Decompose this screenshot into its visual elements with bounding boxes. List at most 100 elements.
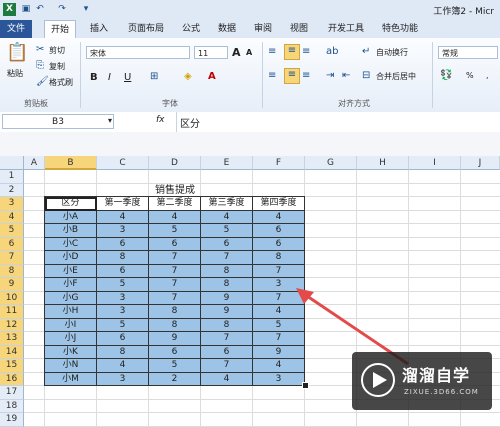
tab-home[interactable]: 开始 <box>44 20 77 39</box>
table-cell[interactable]: 8 <box>201 278 253 292</box>
table-cell[interactable]: 2 <box>149 372 201 386</box>
table-cell[interactable]: 8 <box>97 251 149 265</box>
table-cell[interactable]: 6 <box>97 264 149 278</box>
row-header-1[interactable]: 1 <box>0 170 24 184</box>
table-cell[interactable]: 小I <box>45 318 97 332</box>
row-header-18[interactable]: 18 <box>0 399 24 413</box>
table-cell[interactable]: 7 <box>149 291 201 305</box>
redo-icon[interactable]: ↷ <box>56 3 68 16</box>
table-cell[interactable]: 小H <box>45 305 97 319</box>
table-cell[interactable]: 4 <box>149 210 201 224</box>
font-size-select[interactable]: 11 <box>194 46 228 59</box>
save-icon[interactable]: ▣ <box>20 3 32 16</box>
table-cell[interactable]: 6 <box>97 332 149 346</box>
borders-icon[interactable]: ⊞ <box>150 71 158 82</box>
table-cell[interactable]: 8 <box>149 305 201 319</box>
row-header-2[interactable]: 2 <box>0 183 24 197</box>
table-header-cell[interactable]: 区分 <box>45 197 97 211</box>
format-painter-icon[interactable]: 🖌 <box>36 76 49 87</box>
column-header-h[interactable]: H <box>357 156 409 170</box>
table-cell[interactable]: 3 <box>253 372 305 386</box>
number-format-select[interactable]: 常规 <box>438 46 498 59</box>
row-header-15[interactable]: 15 <box>0 359 24 373</box>
cut-icon[interactable]: ✂ <box>36 44 44 55</box>
tab-formulas[interactable]: 公式 <box>176 20 206 38</box>
table-cell[interactable]: 4 <box>97 210 149 224</box>
tab-data[interactable]: 数据 <box>212 20 242 38</box>
table-cell[interactable]: 8 <box>149 318 201 332</box>
column-header-e[interactable]: E <box>201 156 253 170</box>
table-cell[interactable]: 4 <box>97 359 149 373</box>
align-right-icon[interactable]: ≡ <box>302 70 310 81</box>
table-cell[interactable]: 6 <box>253 237 305 251</box>
tab-review[interactable]: 审阅 <box>248 20 278 38</box>
comma-style-button[interactable]: , <box>486 71 489 80</box>
column-header-g[interactable]: G <box>305 156 357 170</box>
table-header-cell[interactable]: 第四季度 <box>253 197 305 211</box>
table-cell[interactable]: 小C <box>45 237 97 251</box>
merge-center-icon[interactable]: ⊟ <box>362 70 370 81</box>
table-cell[interactable]: 5 <box>97 278 149 292</box>
font-name-select[interactable]: 宋体 <box>86 46 190 59</box>
table-cell[interactable]: 7 <box>201 332 253 346</box>
table-cell[interactable]: 7 <box>201 251 253 265</box>
table-cell[interactable]: 3 <box>97 305 149 319</box>
row-header-17[interactable]: 17 <box>0 386 24 400</box>
table-cell[interactable]: 小A <box>45 210 97 224</box>
column-header-d[interactable]: D <box>149 156 201 170</box>
paste-button[interactable]: 粘贴 <box>7 68 23 79</box>
table-cell[interactable]: 5 <box>149 224 201 238</box>
table-cell[interactable]: 7 <box>149 251 201 265</box>
column-header-f[interactable]: F <box>253 156 305 170</box>
percent-style-button[interactable]: % <box>466 71 474 80</box>
row-header-7[interactable]: 7 <box>0 251 24 265</box>
cut-button[interactable]: 剪切 <box>49 45 65 56</box>
table-cell[interactable]: 3 <box>97 372 149 386</box>
row-header-4[interactable]: 4 <box>0 210 24 224</box>
align-center-icon[interactable]: ≡ <box>284 68 300 84</box>
table-cell[interactable]: 小F <box>45 278 97 292</box>
row-header-6[interactable]: 6 <box>0 237 24 251</box>
row-header-11[interactable]: 11 <box>0 305 24 319</box>
row-header-16[interactable]: 16 <box>0 372 24 386</box>
table-cell[interactable]: 4 <box>201 210 253 224</box>
row-header-5[interactable]: 5 <box>0 224 24 238</box>
wrap-text-button[interactable]: 自动换行 <box>376 47 408 58</box>
grow-font-button[interactable]: A <box>232 46 241 59</box>
table-cell[interactable]: 7 <box>201 359 253 373</box>
align-top-icon[interactable]: ≡ <box>268 46 276 57</box>
tab-view[interactable]: 视图 <box>284 20 314 38</box>
table-cell[interactable]: 7 <box>253 264 305 278</box>
align-bottom-icon[interactable]: ≡ <box>302 46 310 57</box>
format-painter-button[interactable]: 格式刷 <box>49 77 73 88</box>
table-cell[interactable]: 小K <box>45 345 97 359</box>
insert-function-button[interactable]: fx <box>156 115 165 125</box>
indent-icon[interactable]: ⇥ <box>326 70 334 81</box>
table-cell[interactable]: 4 <box>253 210 305 224</box>
row-header-19[interactable]: 19 <box>0 413 24 427</box>
table-cell[interactable]: 6 <box>253 224 305 238</box>
copy-button[interactable]: 复制 <box>49 61 65 72</box>
table-cell[interactable]: 8 <box>253 251 305 265</box>
row-header-10[interactable]: 10 <box>0 291 24 305</box>
name-box-dropdown-icon[interactable]: ▾ <box>108 116 112 125</box>
copy-icon[interactable]: ⎘ <box>36 60 44 71</box>
italic-button[interactable]: I <box>108 72 111 83</box>
bold-button[interactable]: B <box>90 72 98 83</box>
tab-file[interactable]: 文件 <box>0 20 32 38</box>
wrap-text-icon[interactable]: ↵ <box>362 46 370 57</box>
table-cell[interactable]: 小D <box>45 251 97 265</box>
table-cell[interactable]: 5 <box>149 359 201 373</box>
column-header-c[interactable]: C <box>97 156 149 170</box>
fill-color-icon[interactable]: ◈ <box>184 71 192 82</box>
tab-developer[interactable]: 开发工具 <box>322 20 370 38</box>
font-color-icon[interactable]: A <box>208 71 216 82</box>
align-middle-icon[interactable]: ≡ <box>284 44 300 60</box>
merge-center-button[interactable]: 合并后居中 <box>376 71 416 82</box>
table-cell[interactable]: 5 <box>97 318 149 332</box>
formula-input[interactable]: 区分 <box>180 115 200 130</box>
column-header-b[interactable]: B <box>45 156 97 170</box>
table-cell[interactable]: 3 <box>97 224 149 238</box>
tab-page-layout[interactable]: 页面布局 <box>122 20 170 38</box>
column-header-a[interactable]: A <box>24 156 45 170</box>
